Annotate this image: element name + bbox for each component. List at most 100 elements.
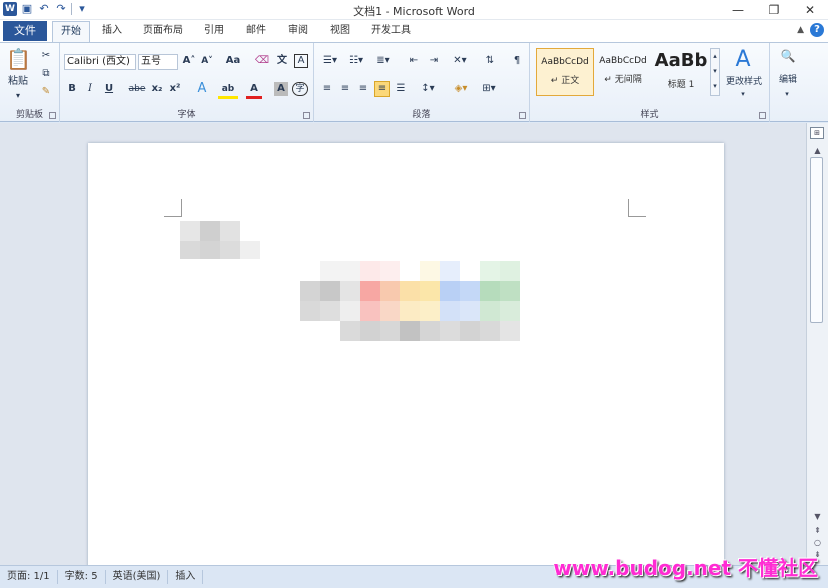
change-styles-dropdown-icon[interactable]: ▾ xyxy=(738,87,748,101)
document-area[interactable]: ⌐ xyxy=(0,123,806,583)
style-no-spacing[interactable]: AaBbCcDd ↵ 无间隔 xyxy=(594,48,652,96)
font-color-button[interactable]: A xyxy=(246,82,262,99)
crop-mark-left xyxy=(164,199,182,217)
borders-icon[interactable]: ⊞▾ xyxy=(478,82,500,96)
format-painter-icon[interactable]: ✎ xyxy=(38,85,54,99)
align-left-icon[interactable]: ≡ xyxy=(320,82,334,96)
increase-indent-icon[interactable]: ⇥ xyxy=(426,54,442,68)
scroll-up-icon[interactable]: ▲ xyxy=(807,145,828,157)
style-sample: AaBbCcDd xyxy=(599,56,647,66)
enclose-char-button[interactable]: 字 xyxy=(292,82,308,96)
editing-button[interactable]: 编辑 xyxy=(772,73,804,87)
title-bar: W ▣ ↶ ↷ ▾ 文档1 - Microsoft Word — ❐ ✕ xyxy=(0,0,828,20)
char-shading-button[interactable]: A xyxy=(274,82,288,96)
group-paragraph: ☰▾ ☷▾ ≣▾ ⇤ ⇥ ✕▾ ⇅ ¶ ≡ ≡ ≡ ≡ ☰ ↕▾ ◈▾ ⊞▾ 段… xyxy=(314,43,530,122)
status-word-count[interactable]: 字数: 5 xyxy=(58,570,106,584)
shrink-font-button[interactable]: A˅ xyxy=(200,54,214,68)
prev-page-icon[interactable]: ⇞ xyxy=(807,525,828,537)
paste-dropdown-icon[interactable]: ▾ xyxy=(12,89,24,103)
numbering-icon[interactable]: ☷▾ xyxy=(346,54,366,68)
ribbon-tabs: 文件 开始 插入 页面布局 引用 邮件 审阅 视图 开发工具 ▲ ? xyxy=(0,20,828,42)
change-case-button[interactable]: Aa xyxy=(222,54,244,68)
ruler-toggle-icon[interactable]: ⊞ xyxy=(810,127,824,139)
paragraph-group-label: 段落 xyxy=(412,110,431,120)
help-icon[interactable]: ? xyxy=(810,23,824,37)
tab-help-area: ▲ ? xyxy=(797,23,824,37)
scroll-down-icon[interactable]: ▼ xyxy=(807,511,828,523)
style-name: ↵ 正文 xyxy=(550,76,580,86)
style-name: 标题 1 xyxy=(667,80,695,90)
style-sample: AaBb xyxy=(654,50,708,71)
char-border-button[interactable]: A xyxy=(294,54,308,68)
copy-icon[interactable]: ⧉ xyxy=(38,67,54,81)
editing-dropdown-icon[interactable]: ▾ xyxy=(782,87,792,101)
status-page[interactable]: 页面: 1/1 xyxy=(0,570,58,584)
bullets-icon[interactable]: ☰▾ xyxy=(320,54,340,68)
restore-button[interactable]: ❐ xyxy=(756,0,792,20)
justify-icon[interactable]: ≡ xyxy=(374,81,390,97)
tab-developer[interactable]: 开发工具 xyxy=(364,21,418,42)
superscript-button[interactable]: x² xyxy=(168,82,182,96)
minimize-ribbon-icon[interactable]: ▲ xyxy=(797,25,804,35)
grow-font-button[interactable]: A˄ xyxy=(182,54,196,68)
styles-launcher-icon[interactable] xyxy=(759,112,766,119)
style-name: ↵ 无间隔 xyxy=(604,75,642,85)
scroll-thumb[interactable] xyxy=(810,157,823,323)
shading-icon[interactable]: ◈▾ xyxy=(450,82,472,96)
tab-review[interactable]: 审阅 xyxy=(282,21,314,42)
font-group-label: 字体 xyxy=(177,110,196,120)
tab-mailings[interactable]: 邮件 xyxy=(240,21,272,42)
bold-button[interactable]: B xyxy=(66,82,78,96)
chinese-layout-icon[interactable]: ✕▾ xyxy=(450,54,470,68)
sort-icon[interactable]: ⇅ xyxy=(482,54,498,68)
cut-icon[interactable]: ✂ xyxy=(38,49,54,63)
text-effects-button[interactable]: A xyxy=(194,82,210,96)
strikethrough-button[interactable]: abe xyxy=(128,82,146,96)
style-sample: AaBbCcDd xyxy=(541,57,589,67)
style-heading-1[interactable]: AaBb 标题 1 xyxy=(652,48,710,96)
group-styles: AaBbCcDd ↵ 正文 AaBbCcDd ↵ 无间隔 AaBb 标题 1 ▴… xyxy=(530,43,770,122)
browse-object-icon[interactable]: ○ xyxy=(807,537,828,549)
document-page[interactable]: ⌐ xyxy=(88,143,724,583)
show-marks-icon[interactable]: ¶ xyxy=(510,54,524,68)
paste-icon[interactable]: 📋 xyxy=(6,47,31,73)
paragraph-launcher-icon[interactable] xyxy=(519,112,526,119)
italic-button[interactable]: I xyxy=(84,82,96,96)
font-size-combo[interactable]: 五号 xyxy=(138,54,178,70)
align-right-icon[interactable]: ≡ xyxy=(356,82,370,96)
distributed-icon[interactable]: ☰ xyxy=(394,82,408,96)
decrease-indent-icon[interactable]: ⇤ xyxy=(406,54,422,68)
window-controls: — ❐ ✕ xyxy=(720,0,828,20)
phonetic-guide-button[interactable]: 文 xyxy=(274,54,290,68)
font-name-combo[interactable]: Calibri (西文) xyxy=(64,54,136,70)
vertical-scrollbar[interactable]: ⊞ ▲ ▼ ⇞ ○ ⇟ xyxy=(806,123,828,565)
group-clipboard: 📋 粘贴 ▾ ✂ ⧉ ✎ 剪贴板 xyxy=(0,43,60,122)
change-styles-icon[interactable]: A xyxy=(726,47,760,73)
highlight-button[interactable]: ab xyxy=(218,82,238,99)
tab-home[interactable]: 开始 xyxy=(52,21,90,42)
find-icon[interactable]: 🔍 xyxy=(776,49,800,63)
close-button[interactable]: ✕ xyxy=(792,0,828,20)
styles-scroll-icon[interactable]: ▴ ▾ ▾ xyxy=(710,48,720,96)
clipboard-launcher-icon[interactable] xyxy=(49,112,56,119)
status-language[interactable]: 英语(美国) xyxy=(106,570,169,584)
ribbon: 📋 粘贴 ▾ ✂ ⧉ ✎ 剪贴板 Calibri (西文) 五号 A˄ A˅ A… xyxy=(0,42,828,122)
tab-insert[interactable]: 插入 xyxy=(96,21,128,42)
style-normal[interactable]: AaBbCcDd ↵ 正文 xyxy=(536,48,594,96)
tab-view[interactable]: 视图 xyxy=(324,21,356,42)
underline-button[interactable]: U xyxy=(102,82,116,96)
paste-button[interactable]: 粘贴 xyxy=(6,75,30,89)
tab-references[interactable]: 引用 xyxy=(198,21,230,42)
status-insert-mode[interactable]: 插入 xyxy=(168,570,204,584)
tab-page-layout[interactable]: 页面布局 xyxy=(136,21,190,42)
clear-format-button[interactable]: ⌫ xyxy=(254,54,270,68)
styles-group-label: 样式 xyxy=(640,110,659,120)
tab-file[interactable]: 文件 xyxy=(3,21,47,41)
group-editing: 🔍 编辑 ▾ xyxy=(770,43,810,122)
minimize-button[interactable]: — xyxy=(720,0,756,20)
align-center-icon[interactable]: ≡ xyxy=(338,82,352,96)
font-launcher-icon[interactable] xyxy=(303,112,310,119)
subscript-button[interactable]: x₂ xyxy=(150,82,164,96)
line-spacing-icon[interactable]: ↕▾ xyxy=(418,82,438,96)
multilevel-list-icon[interactable]: ≣▾ xyxy=(372,54,394,68)
